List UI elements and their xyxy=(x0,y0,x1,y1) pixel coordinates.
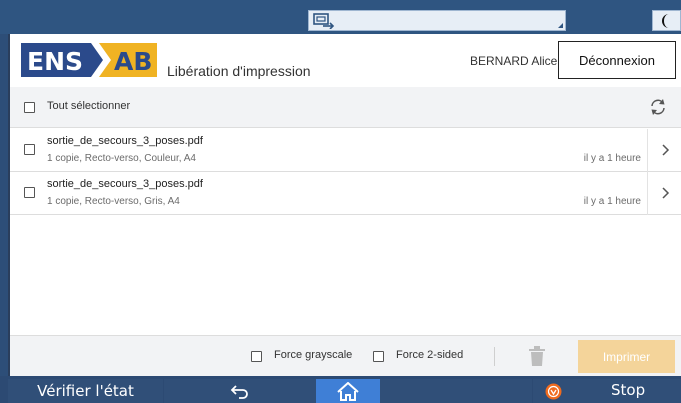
select-all-bar: Tout sélectionner xyxy=(10,87,681,128)
action-footer: Force grayscale Force 2-sided Imprimer xyxy=(10,335,681,376)
trash-icon[interactable] xyxy=(529,346,545,366)
chevron-right-icon[interactable] xyxy=(662,187,670,199)
stop-icon xyxy=(545,383,562,400)
chevron-right-icon[interactable] xyxy=(662,144,670,156)
force-grayscale-checkbox[interactable] xyxy=(251,351,262,362)
job-filename: sortie_de_secours_3_poses.pdf xyxy=(47,178,203,190)
home-button[interactable] xyxy=(316,379,380,403)
bottom-bar-spacer xyxy=(380,379,532,403)
logo-text-ab: AB xyxy=(114,47,152,76)
user-name: BERNARD Alice xyxy=(470,54,558,68)
job-time: il y a 1 heure xyxy=(583,196,641,207)
device-top-bar xyxy=(0,0,681,34)
ensab-logo: ENS AB xyxy=(21,43,157,77)
job-row[interactable]: sortie_de_secours_3_poses.pdf 1 copie, R… xyxy=(10,129,681,172)
force-2sided-checkbox[interactable] xyxy=(373,351,384,362)
force-grayscale-label[interactable]: Force grayscale xyxy=(274,349,352,361)
job-checkbox[interactable] xyxy=(24,187,35,198)
job-details: 1 copie, Recto-verso, Couleur, A4 xyxy=(47,153,196,164)
check-status-button[interactable]: Vérifier l'état xyxy=(8,379,163,403)
footer-divider xyxy=(494,347,495,366)
screen-switch-icon xyxy=(313,13,335,29)
force-2sided-label[interactable]: Force 2-sided xyxy=(396,349,463,361)
print-release-app: ENS AB Libération d'impression BERNARD A… xyxy=(8,34,681,376)
select-all-label[interactable]: Tout sélectionner xyxy=(47,100,130,112)
refresh-icon[interactable] xyxy=(649,98,667,116)
app-header: ENS AB Libération d'impression BERNARD A… xyxy=(10,34,681,87)
page-title: Libération d'impression xyxy=(167,63,311,79)
moon-icon xyxy=(662,14,669,28)
back-button[interactable] xyxy=(164,379,316,403)
job-filename: sortie_de_secours_3_poses.pdf xyxy=(47,135,203,147)
job-details: 1 copie, Recto-verso, Gris, A4 xyxy=(47,196,180,207)
logout-button[interactable]: Déconnexion xyxy=(558,41,676,79)
stop-label: Stop xyxy=(611,381,646,399)
back-arrow-icon xyxy=(230,385,248,399)
job-time: il y a 1 heure xyxy=(583,153,641,164)
select-all-checkbox[interactable] xyxy=(24,102,35,113)
row-divider xyxy=(647,172,648,215)
print-button[interactable]: Imprimer xyxy=(578,340,675,373)
home-icon xyxy=(337,381,359,401)
energy-saver-button[interactable] xyxy=(652,10,681,31)
corner-indicator-icon xyxy=(558,23,563,28)
device-bottom-bar: Vérifier l'état Stop xyxy=(0,376,681,403)
logo-text-ens: ENS xyxy=(27,47,83,76)
job-row[interactable]: sortie_de_secours_3_poses.pdf 1 copie, R… xyxy=(10,172,681,215)
device-function-button[interactable] xyxy=(308,10,566,31)
stop-button[interactable]: Stop xyxy=(533,379,681,403)
job-checkbox[interactable] xyxy=(24,144,35,155)
row-divider xyxy=(647,129,648,172)
